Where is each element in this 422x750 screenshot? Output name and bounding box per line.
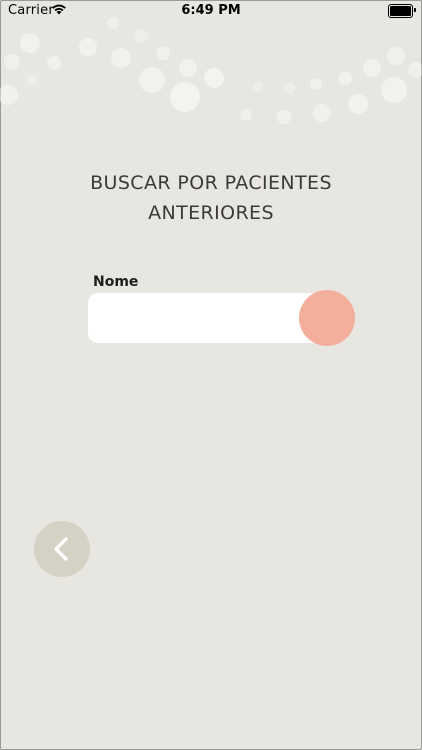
search-button[interactable] — [299, 290, 355, 346]
name-field-label: Nome — [93, 274, 139, 290]
chevron-left-icon — [54, 537, 68, 561]
page-title: BUSCAR POR PACIENTES ANTERIORES — [60, 168, 362, 228]
page-title-line-2: ANTERIORES — [148, 202, 274, 224]
page-title-line-1: BUSCAR POR PACIENTES — [90, 172, 332, 194]
back-button[interactable] — [34, 521, 90, 577]
decorative-bubbles — [0, 17, 422, 124]
